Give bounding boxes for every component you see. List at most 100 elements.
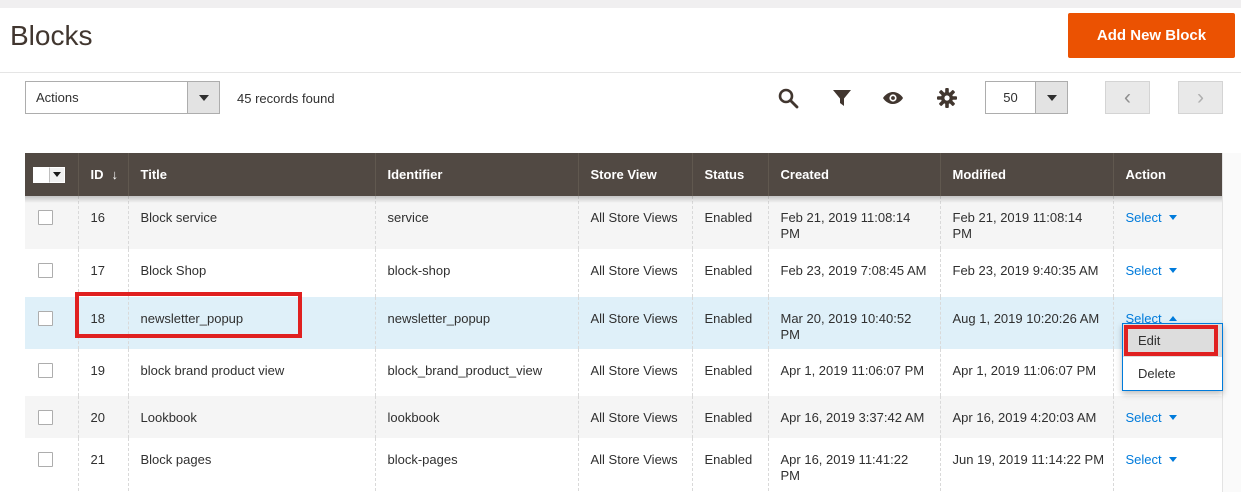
- caret-down-icon: [1169, 415, 1177, 420]
- created-cell: Mar 20, 2019 10:40:52 PM: [768, 297, 940, 350]
- status-cell: Enabled: [692, 396, 768, 438]
- action-cell: Select: [1113, 438, 1222, 492]
- checkbox-cell: [25, 396, 78, 438]
- row-action-select[interactable]: Select: [1126, 452, 1177, 467]
- store-view-cell: All Store Views: [578, 297, 692, 350]
- table-header-row: ID↓ Title Identifier Store View Status C…: [25, 153, 1222, 196]
- add-new-block-button[interactable]: Add New Block: [1068, 13, 1235, 58]
- chevron-down-icon: [53, 172, 61, 177]
- records-count: 45 records found: [237, 91, 335, 106]
- status-cell: Enabled: [692, 297, 768, 350]
- select-all-dropdown[interactable]: [33, 167, 65, 183]
- identifier-cell: service: [375, 196, 578, 249]
- id-cell: 21: [78, 438, 128, 492]
- table-row: 17Block Shopblock-shopAll Store ViewsEna…: [25, 249, 1222, 297]
- settings-icon[interactable]: [935, 86, 959, 110]
- action-cell: Select: [1113, 196, 1222, 249]
- actions-dropdown-value: Actions: [26, 82, 187, 113]
- status-cell: Enabled: [692, 196, 768, 249]
- created-cell: Apr 16, 2019 3:37:42 AM: [768, 396, 940, 438]
- column-header-title[interactable]: Title: [128, 153, 375, 196]
- caret-down-icon: [1169, 215, 1177, 220]
- row-checkbox[interactable]: [38, 410, 53, 425]
- modified-cell: Aug 1, 2019 10:20:26 AM: [940, 297, 1113, 350]
- select-all-header: [25, 153, 78, 196]
- checkbox-cell: [25, 438, 78, 492]
- row-checkbox[interactable]: [38, 363, 53, 378]
- per-page-dropdown-arrow[interactable]: [1035, 82, 1067, 113]
- table-row: 19block brand product viewblock_brand_pr…: [25, 349, 1222, 396]
- row-action-menu: Edit Delete: [1122, 323, 1223, 391]
- row-checkbox[interactable]: [38, 210, 53, 225]
- right-gutter: [1222, 153, 1241, 492]
- pagination-prev-button[interactable]: ‹: [1105, 81, 1150, 114]
- title-cell: Lookbook: [128, 396, 375, 438]
- store-view-cell: All Store Views: [578, 249, 692, 297]
- created-cell: Feb 21, 2019 11:08:14 PM: [768, 196, 940, 249]
- row-action-select[interactable]: Select: [1126, 263, 1177, 278]
- caret-up-icon: [1169, 316, 1177, 321]
- divider: [0, 72, 1241, 73]
- row-checkbox[interactable]: [38, 452, 53, 467]
- caret-down-icon: [1169, 457, 1177, 462]
- actions-dropdown[interactable]: Actions: [25, 81, 220, 114]
- table-row: 18newsletter_popupnewsletter_popupAll St…: [25, 297, 1222, 350]
- modified-cell: Jun 19, 2019 11:14:22 PM: [940, 438, 1113, 492]
- per-page-value: 50: [986, 82, 1035, 113]
- chevron-right-icon: ›: [1197, 87, 1204, 108]
- eye-icon[interactable]: [881, 86, 905, 110]
- blocks-admin-page: Blocks Add New Block Actions 45 records …: [0, 0, 1241, 492]
- created-cell: Apr 1, 2019 11:06:07 PM: [768, 349, 940, 396]
- store-view-cell: All Store Views: [578, 349, 692, 396]
- status-cell: Enabled: [692, 249, 768, 297]
- column-header-identifier[interactable]: Identifier: [375, 153, 578, 196]
- modified-cell: Feb 23, 2019 9:40:35 AM: [940, 249, 1113, 297]
- row-checkbox[interactable]: [38, 263, 53, 278]
- chevron-left-icon: ‹: [1124, 87, 1131, 108]
- per-page-dropdown[interactable]: 50: [985, 81, 1068, 114]
- checkbox-cell: [25, 196, 78, 249]
- store-view-cell: All Store Views: [578, 438, 692, 492]
- id-cell: 18: [78, 297, 128, 350]
- checkbox-cell: [25, 349, 78, 396]
- sort-desc-icon: ↓: [112, 167, 119, 182]
- id-cell: 19: [78, 349, 128, 396]
- column-header-status[interactable]: Status: [692, 153, 768, 196]
- identifier-cell: lookbook: [375, 396, 578, 438]
- title-cell: Block pages: [128, 438, 375, 492]
- search-icon[interactable]: [776, 86, 800, 110]
- caret-down-icon: [1169, 268, 1177, 273]
- filter-icon[interactable]: [830, 86, 854, 110]
- title-cell: Block Shop: [128, 249, 375, 297]
- actions-dropdown-arrow[interactable]: [187, 82, 219, 113]
- action-cell: Select: [1113, 249, 1222, 297]
- table-body: 16Block serviceserviceAll Store ViewsEna…: [25, 196, 1222, 492]
- menu-item-delete[interactable]: Delete: [1123, 357, 1222, 390]
- row-action-select[interactable]: Select: [1126, 410, 1177, 425]
- store-view-cell: All Store Views: [578, 396, 692, 438]
- id-cell: 17: [78, 249, 128, 297]
- menu-item-edit[interactable]: Edit: [1123, 324, 1222, 357]
- select-all-checkbox[interactable]: [33, 167, 49, 183]
- title-cell: Block service: [128, 196, 375, 249]
- checkbox-cell: [25, 249, 78, 297]
- select-all-arrow[interactable]: [49, 167, 65, 183]
- column-header-store-view[interactable]: Store View: [578, 153, 692, 196]
- action-cell: Select: [1113, 396, 1222, 438]
- modified-cell: Feb 21, 2019 11:08:14 PM: [940, 196, 1113, 249]
- column-header-action[interactable]: Action: [1113, 153, 1222, 196]
- id-cell: 16: [78, 196, 128, 249]
- column-header-id[interactable]: ID↓: [78, 153, 128, 196]
- identifier-cell: block-pages: [375, 438, 578, 492]
- row-action-select[interactable]: Select: [1126, 210, 1177, 225]
- row-checkbox[interactable]: [38, 311, 53, 326]
- created-cell: Feb 23, 2019 7:08:45 AM: [768, 249, 940, 297]
- column-header-modified[interactable]: Modified: [940, 153, 1113, 196]
- top-strip: [0, 0, 1241, 8]
- title-cell: block brand product view: [128, 349, 375, 396]
- column-header-created[interactable]: Created: [768, 153, 940, 196]
- title-cell: newsletter_popup: [128, 297, 375, 350]
- pagination-next-button[interactable]: ›: [1178, 81, 1223, 114]
- table-row: 20LookbooklookbookAll Store ViewsEnabled…: [25, 396, 1222, 438]
- id-cell: 20: [78, 396, 128, 438]
